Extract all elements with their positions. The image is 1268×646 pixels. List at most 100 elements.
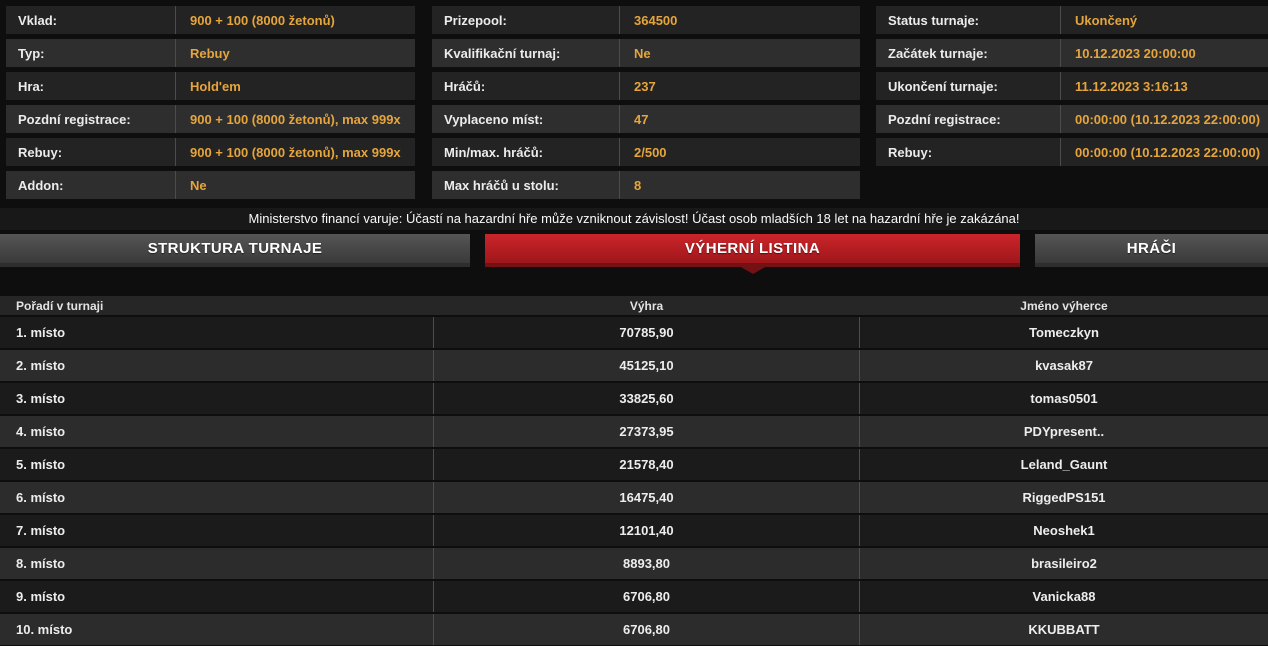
tournament-info-panel-status: Status turnaje: Ukončený Začátek turnaje… <box>876 6 1268 204</box>
info-row: Pozdní registrace: 900 + 100 (8000 žeton… <box>6 105 415 133</box>
cell-prize: 27373,95 <box>433 416 860 447</box>
info-row: Ukončení turnaje: 11.12.2023 3:16:13 <box>876 72 1268 100</box>
info-row: Typ: Rebuy <box>6 39 415 67</box>
tab-bar: STRUKTURA TURNAJE VÝHERNÍ LISTINA HRÁČI <box>0 234 1268 267</box>
info-label: Min/max. hráčů: <box>432 138 620 166</box>
table-row: 4. místo 27373,95 PDYpresent.. <box>0 416 1268 447</box>
info-value: Ukončený <box>1061 6 1268 34</box>
cell-winner: Tomeczkyn <box>860 317 1268 348</box>
info-label: Pozdní registrace: <box>6 105 176 133</box>
info-value: 00:00:00 (10.12.2023 22:00:00) <box>1061 105 1268 133</box>
cell-prize: 12101,40 <box>433 515 860 546</box>
tab-struktura-turnaje[interactable]: STRUKTURA TURNAJE <box>0 234 470 267</box>
info-value: 237 <box>620 72 860 100</box>
cell-prize: 6706,80 <box>433 581 860 612</box>
tournament-info-panel-players: Prizepool: 364500 Kvalifikační turnaj: N… <box>432 6 860 204</box>
info-row: Rebuy: 00:00:00 (10.12.2023 22:00:00) <box>876 138 1268 166</box>
info-label: Kvalifikační turnaj: <box>432 39 620 67</box>
info-row: Status turnaje: Ukončený <box>876 6 1268 34</box>
info-label: Začátek turnaje: <box>876 39 1061 67</box>
info-label: Max hráčů u stolu: <box>432 171 620 199</box>
info-row: Začátek turnaje: 10.12.2023 20:00:00 <box>876 39 1268 67</box>
gambling-warning: Ministerstvo financí varuje: Účastí na h… <box>0 208 1268 230</box>
info-row: Vyplaceno míst: 47 <box>432 105 860 133</box>
info-label: Pozdní registrace: <box>876 105 1061 133</box>
info-value: 900 + 100 (8000 žetonů), max 999x <box>176 105 415 133</box>
table-row: 3. místo 33825,60 tomas0501 <box>0 383 1268 414</box>
info-value: Ne <box>620 39 860 67</box>
cell-place: 5. místo <box>0 449 433 480</box>
info-label: Typ: <box>6 39 176 67</box>
cell-prize: 45125,10 <box>433 350 860 381</box>
table-row: 9. místo 6706,80 Vanicka88 <box>0 581 1268 612</box>
cell-prize: 21578,40 <box>433 449 860 480</box>
info-label: Rebuy: <box>876 138 1061 166</box>
table-header: Pořadí v turnaji Výhra Jméno výherce <box>0 296 1268 315</box>
info-value: Ne <box>176 171 415 199</box>
info-value: 8 <box>620 171 860 199</box>
info-value: Rebuy <box>176 39 415 67</box>
info-row: Rebuy: 900 + 100 (8000 žetonů), max 999x <box>6 138 415 166</box>
cell-place: 7. místo <box>0 515 433 546</box>
cell-place: 2. místo <box>0 350 433 381</box>
cell-winner: brasileiro2 <box>860 548 1268 579</box>
cell-winner: PDYpresent.. <box>860 416 1268 447</box>
cell-place: 3. místo <box>0 383 433 414</box>
info-value: 900 + 100 (8000 žetonů), max 999x <box>176 138 415 166</box>
info-row: Min/max. hráčů: 2/500 <box>432 138 860 166</box>
cell-place: 8. místo <box>0 548 433 579</box>
info-label: Hra: <box>6 72 176 100</box>
table-row: 1. místo 70785,90 Tomeczkyn <box>0 317 1268 348</box>
info-value: 00:00:00 (10.12.2023 22:00:00) <box>1061 138 1268 166</box>
info-value: 2/500 <box>620 138 860 166</box>
info-label: Addon: <box>6 171 176 199</box>
info-row: Vklad: 900 + 100 (8000 žetonů) <box>6 6 415 34</box>
header-place: Pořadí v turnaji <box>0 299 433 313</box>
info-row: Max hráčů u stolu: 8 <box>432 171 860 199</box>
info-value: 900 + 100 (8000 žetonů) <box>176 6 415 34</box>
table-row: 7. místo 12101,40 Neoshek1 <box>0 515 1268 546</box>
table-row: 8. místo 8893,80 brasileiro2 <box>0 548 1268 579</box>
info-label: Vyplaceno míst: <box>432 105 620 133</box>
header-winner: Jméno výherce <box>860 299 1268 313</box>
cell-winner: RiggedPS151 <box>860 482 1268 513</box>
info-value: 364500 <box>620 6 860 34</box>
info-row: Hráčů: 237 <box>432 72 860 100</box>
table-row: 6. místo 16475,40 RiggedPS151 <box>0 482 1268 513</box>
cell-winner: Vanicka88 <box>860 581 1268 612</box>
info-row: Kvalifikační turnaj: Ne <box>432 39 860 67</box>
table-body: 1. místo 70785,90 Tomeczkyn 2. místo 451… <box>0 317 1268 646</box>
info-value: 11.12.2023 3:16:13 <box>1061 72 1268 100</box>
cell-prize: 6706,80 <box>433 614 860 645</box>
info-row: Hra: Hold'em <box>6 72 415 100</box>
tournament-info-panel-buyin: Vklad: 900 + 100 (8000 žetonů) Typ: Rebu… <box>6 6 415 204</box>
cell-prize: 8893,80 <box>433 548 860 579</box>
table-row: 10. místo 6706,80 KKUBBATT <box>0 614 1268 645</box>
info-label: Hráčů: <box>432 72 620 100</box>
cell-place: 10. místo <box>0 614 433 645</box>
cell-place: 1. místo <box>0 317 433 348</box>
table-row: 5. místo 21578,40 Leland_Gaunt <box>0 449 1268 480</box>
info-label: Ukončení turnaje: <box>876 72 1061 100</box>
cell-prize: 70785,90 <box>433 317 860 348</box>
info-row: Addon: Ne <box>6 171 415 199</box>
cell-prize: 16475,40 <box>433 482 860 513</box>
info-label: Rebuy: <box>6 138 176 166</box>
table-row: 2. místo 45125,10 kvasak87 <box>0 350 1268 381</box>
cell-prize: 33825,60 <box>433 383 860 414</box>
cell-place: 4. místo <box>0 416 433 447</box>
cell-place: 6. místo <box>0 482 433 513</box>
header-prize: Výhra <box>433 299 860 313</box>
cell-winner: KKUBBATT <box>860 614 1268 645</box>
info-label: Status turnaje: <box>876 6 1061 34</box>
cell-winner: kvasak87 <box>860 350 1268 381</box>
tab-hraci[interactable]: HRÁČI <box>1035 234 1268 267</box>
info-label: Vklad: <box>6 6 176 34</box>
info-value: Hold'em <box>176 72 415 100</box>
info-label: Prizepool: <box>432 6 620 34</box>
info-row: Pozdní registrace: 00:00:00 (10.12.2023 … <box>876 105 1268 133</box>
tab-vyherni-listina[interactable]: VÝHERNÍ LISTINA <box>485 234 1020 267</box>
cell-winner: Leland_Gaunt <box>860 449 1268 480</box>
cell-winner: Neoshek1 <box>860 515 1268 546</box>
info-row: Prizepool: 364500 <box>432 6 860 34</box>
